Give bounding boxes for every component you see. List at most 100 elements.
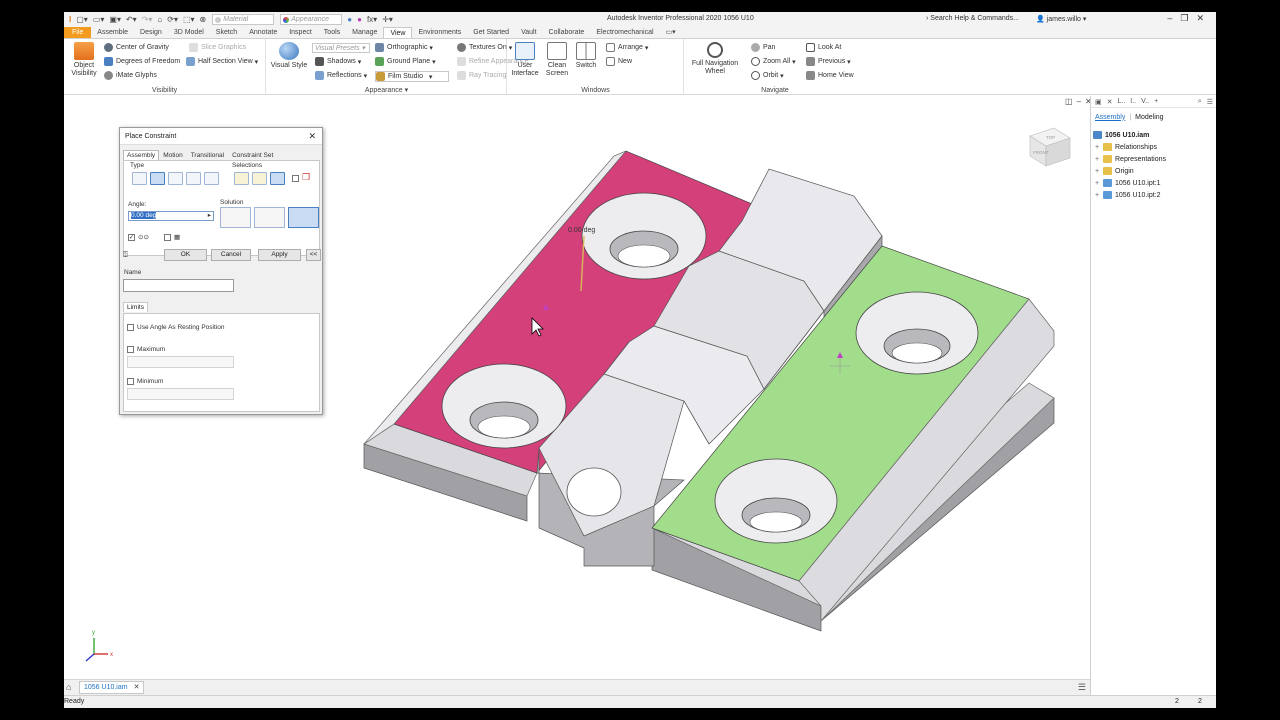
directed-angle-button[interactable]: [220, 207, 251, 228]
app-logo-icon[interactable]: I: [69, 15, 71, 24]
tab-transitional[interactable]: Transitional: [187, 150, 228, 160]
user-account[interactable]: 👤 james.willo ▾: [1036, 15, 1086, 23]
restore-viewport-icon[interactable]: ◫: [1065, 97, 1077, 106]
ground-plane-button[interactable]: Ground Plane ▾: [375, 57, 436, 66]
predict-offset-checkbox[interactable]: [164, 234, 171, 241]
expand-icon[interactable]: +: [1095, 180, 1103, 187]
update-icon[interactable]: ⟳▾: [167, 15, 178, 24]
tangent-constraint-button[interactable]: [168, 172, 183, 185]
material-icon[interactable]: ⊗: [200, 15, 207, 24]
degrees-freedom-button[interactable]: Degrees of Freedom: [104, 57, 180, 66]
browser-tab-icon[interactable]: ▣: [1095, 98, 1102, 106]
document-tab[interactable]: 1056 U10.iam ✕: [79, 681, 145, 694]
mate-constraint-button[interactable]: [132, 172, 147, 185]
browser-tab-i[interactable]: I..: [1130, 98, 1136, 105]
tab-environments[interactable]: Environments: [412, 27, 467, 38]
window-controls[interactable]: –❐✕: [1167, 13, 1212, 24]
tab-view[interactable]: View: [383, 27, 413, 38]
angle-constraint-button[interactable]: [150, 172, 165, 185]
tabs-menu-icon[interactable]: ☰: [1078, 682, 1086, 693]
tree-item-representations[interactable]: + Representations: [1091, 153, 1216, 165]
tab-annotate[interactable]: Annotate: [243, 27, 283, 38]
save-icon[interactable]: ▣▾: [109, 15, 121, 24]
tab-inspect[interactable]: Inspect: [283, 27, 318, 38]
minimize-icon[interactable]: –: [1167, 13, 1180, 23]
tab-collaborate[interactable]: Collaborate: [543, 27, 591, 38]
tab-get-started[interactable]: Get Started: [467, 27, 515, 38]
ray-tracing-button[interactable]: Ray Tracing: [457, 71, 506, 80]
previous-view-button[interactable]: Previous ▾: [806, 57, 851, 66]
explicit-reference-button[interactable]: [288, 207, 319, 228]
slice-graphics-button[interactable]: Slice Graphics: [189, 43, 246, 52]
shadows-button[interactable]: Shadows ▾: [315, 57, 361, 66]
close-icon[interactable]: ✕: [308, 128, 316, 145]
zoom-all-button[interactable]: Zoom All ▾: [751, 57, 796, 66]
tree-item-part-2[interactable]: +1056 U10.ipt:2: [1091, 189, 1216, 201]
restore-icon[interactable]: ❐: [1180, 13, 1196, 23]
orthographic-button[interactable]: Orthographic ▾: [375, 43, 433, 52]
show-preview-checkbox[interactable]: ✓: [128, 234, 135, 241]
tab-electromechanical[interactable]: Electromechanical: [590, 27, 659, 38]
textures-button[interactable]: Textures On ▾: [457, 43, 512, 52]
half-section-button[interactable]: Half Section View ▾: [186, 57, 258, 66]
help-icon[interactable]: ⍰: [123, 250, 128, 260]
orbit-button[interactable]: Orbit ▾: [751, 71, 784, 80]
arrange-button[interactable]: Arrange ▾: [606, 43, 648, 52]
visual-style-button[interactable]: Visual Style: [270, 42, 308, 70]
full-nav-wheel-button[interactable]: Full Navigation Wheel: [689, 42, 741, 76]
dialog-title-bar[interactable]: Place Constraint ✕: [120, 128, 322, 145]
imate-glyphs-button[interactable]: iMate Glyphs: [104, 71, 157, 80]
close-icon[interactable]: ✕: [1196, 13, 1212, 23]
color-icon[interactable]: ●: [347, 15, 352, 24]
undirected-angle-button[interactable]: [254, 207, 285, 228]
selection-3-button[interactable]: [270, 172, 285, 185]
user-interface-button[interactable]: User Interface: [510, 42, 540, 78]
tab-limits[interactable]: Limits: [123, 302, 148, 312]
add-tab-icon[interactable]: +: [1154, 98, 1158, 105]
browser-tab-l[interactable]: L..: [1118, 98, 1126, 105]
use-angle-resting-checkbox[interactable]: [127, 324, 134, 331]
tab-overflow-icon[interactable]: ▭▾: [660, 27, 682, 38]
view-cube[interactable]: TOP FRONT: [1029, 127, 1071, 167]
redo-icon[interactable]: ↷▾: [142, 15, 153, 24]
home-view-button[interactable]: Home View: [806, 71, 854, 80]
expand-icon[interactable]: +: [1095, 168, 1103, 175]
minimize-viewport-icon[interactable]: –: [1077, 97, 1085, 106]
center-gravity-button[interactable]: Center of Gravity: [104, 43, 169, 52]
tab-modeling[interactable]: Modeling: [1135, 114, 1163, 121]
clean-screen-button[interactable]: Clean Screen: [542, 42, 572, 78]
tab-assemble[interactable]: Assemble: [91, 27, 134, 38]
minimum-input[interactable]: [127, 388, 234, 400]
fx-icon[interactable]: fx▾: [367, 15, 377, 24]
tab-tools[interactable]: Tools: [318, 27, 346, 38]
reflections-button[interactable]: Reflections ▾: [315, 71, 367, 80]
browser-menu-icon[interactable]: ☰: [1207, 98, 1213, 106]
tab-assembly[interactable]: Assembly: [1095, 114, 1125, 121]
pan-button[interactable]: Pan: [751, 43, 775, 52]
selection-1-button[interactable]: [234, 172, 249, 185]
maximum-checkbox[interactable]: [127, 346, 134, 353]
ok-button[interactable]: OK: [164, 249, 207, 261]
browser-tab-v[interactable]: V..: [1141, 98, 1149, 105]
expand-icon[interactable]: +: [1095, 144, 1103, 151]
tab-file[interactable]: File: [64, 27, 92, 38]
tab-design[interactable]: Design: [134, 27, 168, 38]
tab-constraint-set[interactable]: Constraint Set: [228, 150, 277, 160]
new-window-button[interactable]: New: [606, 57, 632, 66]
look-at-button[interactable]: Look At: [806, 43, 841, 52]
tab-manage[interactable]: Manage: [346, 27, 383, 38]
tree-item-part-1[interactable]: +1056 U10.ipt:1: [1091, 177, 1216, 189]
select-icon[interactable]: ⬚▾: [183, 15, 195, 24]
close-tab-icon[interactable]: ✕: [134, 684, 140, 691]
switch-button[interactable]: Switch: [572, 42, 600, 70]
tab-sketch[interactable]: Sketch: [210, 27, 243, 38]
tab-vault[interactable]: Vault: [515, 27, 542, 38]
cancel-button[interactable]: Cancel: [211, 249, 251, 261]
pick-part-first-checkbox[interactable]: [292, 175, 299, 182]
open-file-icon[interactable]: ▭▾: [93, 15, 105, 24]
tree-root[interactable]: 1056 U10.iam: [1091, 129, 1216, 141]
tab-assembly[interactable]: Assembly: [123, 150, 160, 160]
help-search[interactable]: › Search Help & Commands...: [926, 15, 1019, 22]
home-icon[interactable]: ⌂: [157, 15, 162, 24]
maximum-input[interactable]: [127, 356, 234, 368]
